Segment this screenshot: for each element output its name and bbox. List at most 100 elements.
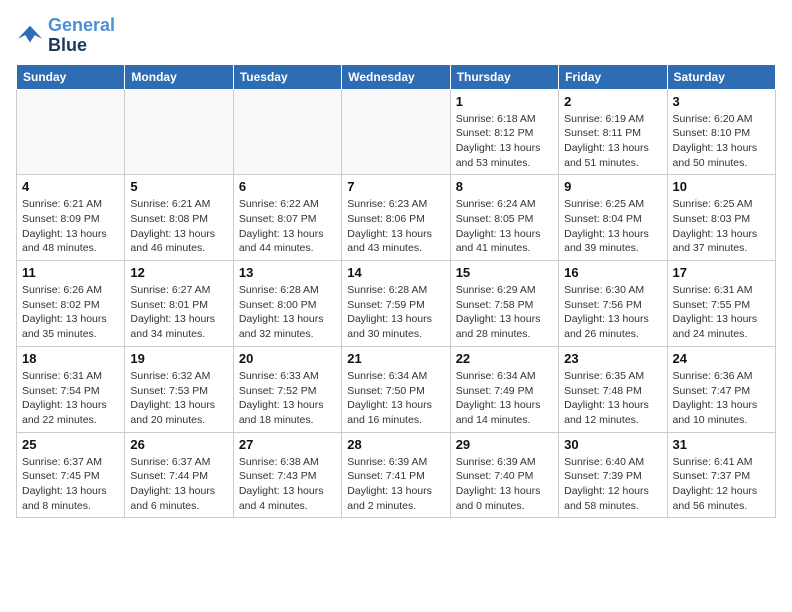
calendar-day: 13 Sunrise: 6:28 AMSunset: 8:00 PMDayligh… — [233, 261, 341, 347]
day-info: Sunrise: 6:27 AMSunset: 8:01 PMDaylight:… — [130, 283, 227, 342]
calendar-day: 4 Sunrise: 6:21 AMSunset: 8:09 PMDaylight… — [17, 175, 125, 261]
day-info: Sunrise: 6:24 AMSunset: 8:05 PMDaylight:… — [456, 197, 553, 256]
weekday-header: Saturday — [667, 64, 775, 89]
day-number: 28 — [347, 437, 444, 452]
day-number: 18 — [22, 351, 119, 366]
day-info: Sunrise: 6:40 AMSunset: 7:39 PMDaylight:… — [564, 455, 661, 514]
day-info: Sunrise: 6:23 AMSunset: 8:06 PMDaylight:… — [347, 197, 444, 256]
calendar-day: 19Sunrise: 6:32 AMSunset: 7:53 PMDayligh… — [125, 346, 233, 432]
day-number: 19 — [130, 351, 227, 366]
day-number: 17 — [673, 265, 770, 280]
day-number: 5 — [130, 179, 227, 194]
day-info: Sunrise: 6:18 AMSunset: 8:12 PMDaylight:… — [456, 112, 553, 171]
calendar-day: 6 Sunrise: 6:22 AMSunset: 8:07 PMDaylight… — [233, 175, 341, 261]
calendar-day: 20 Sunrise: 6:33 AMSunset: 7:52 PMDayligh… — [233, 346, 341, 432]
logo-icon — [16, 22, 44, 50]
calendar-day: 9 Sunrise: 6:25 AMSunset: 8:04 PMDaylight… — [559, 175, 667, 261]
day-info: Sunrise: 6:39 AMSunset: 7:40 PMDaylight:… — [456, 455, 553, 514]
day-number: 6 — [239, 179, 336, 194]
day-info: Sunrise: 6:29 AMSunset: 7:58 PMDaylight:… — [456, 283, 553, 342]
day-info: Sunrise: 6:26 AMSunset: 8:02 PMDaylight:… — [22, 283, 119, 342]
calendar: SundayMondayTuesdayWednesdayThursdayFrid… — [16, 64, 776, 519]
day-number: 9 — [564, 179, 661, 194]
day-number: 11 — [22, 265, 119, 280]
day-number: 7 — [347, 179, 444, 194]
day-info: Sunrise: 6:22 AMSunset: 8:07 PMDaylight:… — [239, 197, 336, 256]
calendar-day: 26 Sunrise: 6:37 AMSunset: 7:44 PMDayligh… — [125, 432, 233, 518]
calendar-day: 14 Sunrise: 6:28 AMSunset: 7:59 PMDayligh… — [342, 261, 450, 347]
day-number: 2 — [564, 94, 661, 109]
day-number: 25 — [22, 437, 119, 452]
calendar-day: 11 Sunrise: 6:26 AMSunset: 8:02 PMDayligh… — [17, 261, 125, 347]
day-info: Sunrise: 6:20 AMSunset: 8:10 PMDaylight:… — [673, 112, 770, 171]
day-info: Sunrise: 6:19 AMSunset: 8:11 PMDaylight:… — [564, 112, 661, 171]
day-info: Sunrise: 6:25 AMSunset: 8:04 PMDaylight:… — [564, 197, 661, 256]
day-number: 8 — [456, 179, 553, 194]
day-info: Sunrise: 6:34 AMSunset: 7:49 PMDaylight:… — [456, 369, 553, 428]
day-number: 26 — [130, 437, 227, 452]
weekday-header: Thursday — [450, 64, 558, 89]
day-info: Sunrise: 6:25 AMSunset: 8:03 PMDaylight:… — [673, 197, 770, 256]
day-number: 10 — [673, 179, 770, 194]
day-number: 23 — [564, 351, 661, 366]
calendar-day: 24 Sunrise: 6:36 AMSunset: 7:47 PMDayligh… — [667, 346, 775, 432]
calendar-day: 8 Sunrise: 6:24 AMSunset: 8:05 PMDaylight… — [450, 175, 558, 261]
calendar-day: 22 Sunrise: 6:34 AMSunset: 7:49 PMDayligh… — [450, 346, 558, 432]
calendar-day: 21 Sunrise: 6:34 AMSunset: 7:50 PMDayligh… — [342, 346, 450, 432]
calendar-day: 7 Sunrise: 6:23 AMSunset: 8:06 PMDaylight… — [342, 175, 450, 261]
day-info: Sunrise: 6:36 AMSunset: 7:47 PMDaylight:… — [673, 369, 770, 428]
day-number: 14 — [347, 265, 444, 280]
day-number: 3 — [673, 94, 770, 109]
day-info: Sunrise: 6:28 AMSunset: 7:59 PMDaylight:… — [347, 283, 444, 342]
day-info: Sunrise: 6:38 AMSunset: 7:43 PMDaylight:… — [239, 455, 336, 514]
calendar-day: 1 Sunrise: 6:18 AMSunset: 8:12 PMDaylight… — [450, 89, 558, 175]
calendar-day: 27Sunrise: 6:38 AMSunset: 7:43 PMDayligh… — [233, 432, 341, 518]
calendar-day: 29 Sunrise: 6:39 AMSunset: 7:40 PMDayligh… — [450, 432, 558, 518]
day-number: 21 — [347, 351, 444, 366]
day-info: Sunrise: 6:37 AMSunset: 7:45 PMDaylight:… — [22, 455, 119, 514]
calendar-day: 31 Sunrise: 6:41 AMSunset: 7:37 PMDayligh… — [667, 432, 775, 518]
day-number: 13 — [239, 265, 336, 280]
empty-day — [233, 89, 341, 175]
weekday-header: Monday — [125, 64, 233, 89]
empty-day — [342, 89, 450, 175]
empty-day — [17, 89, 125, 175]
day-info: Sunrise: 6:31 AMSunset: 7:55 PMDaylight:… — [673, 283, 770, 342]
day-info: Sunrise: 6:37 AMSunset: 7:44 PMDaylight:… — [130, 455, 227, 514]
day-info: Sunrise: 6:39 AMSunset: 7:41 PMDaylight:… — [347, 455, 444, 514]
day-info: Sunrise: 6:31 AMSunset: 7:54 PMDaylight:… — [22, 369, 119, 428]
day-info: Sunrise: 6:41 AMSunset: 7:37 PMDaylight:… — [673, 455, 770, 514]
logo: GeneralBlue — [16, 16, 115, 56]
day-number: 20 — [239, 351, 336, 366]
calendar-day: 25 Sunrise: 6:37 AMSunset: 7:45 PMDayligh… — [17, 432, 125, 518]
day-number: 4 — [22, 179, 119, 194]
weekday-header: Sunday — [17, 64, 125, 89]
calendar-day: 16 Sunrise: 6:30 AMSunset: 7:56 PMDayligh… — [559, 261, 667, 347]
weekday-header: Tuesday — [233, 64, 341, 89]
day-info: Sunrise: 6:35 AMSunset: 7:48 PMDaylight:… — [564, 369, 661, 428]
calendar-day: 17 Sunrise: 6:31 AMSunset: 7:55 PMDayligh… — [667, 261, 775, 347]
day-info: Sunrise: 6:30 AMSunset: 7:56 PMDaylight:… — [564, 283, 661, 342]
day-number: 24 — [673, 351, 770, 366]
calendar-day: 15 Sunrise: 6:29 AMSunset: 7:58 PMDayligh… — [450, 261, 558, 347]
calendar-day: 12Sunrise: 6:27 AMSunset: 8:01 PMDayligh… — [125, 261, 233, 347]
day-number: 1 — [456, 94, 553, 109]
day-info: Sunrise: 6:33 AMSunset: 7:52 PMDaylight:… — [239, 369, 336, 428]
logo-text: GeneralBlue — [48, 16, 115, 56]
day-info: Sunrise: 6:21 AMSunset: 8:08 PMDaylight:… — [130, 197, 227, 256]
day-number: 16 — [564, 265, 661, 280]
day-info: Sunrise: 6:21 AMSunset: 8:09 PMDaylight:… — [22, 197, 119, 256]
calendar-day: 23 Sunrise: 6:35 AMSunset: 7:48 PMDayligh… — [559, 346, 667, 432]
day-info: Sunrise: 6:34 AMSunset: 7:50 PMDaylight:… — [347, 369, 444, 428]
day-number: 22 — [456, 351, 553, 366]
day-number: 29 — [456, 437, 553, 452]
day-info: Sunrise: 6:28 AMSunset: 8:00 PMDaylight:… — [239, 283, 336, 342]
calendar-day: 28 Sunrise: 6:39 AMSunset: 7:41 PMDayligh… — [342, 432, 450, 518]
calendar-day: 2 Sunrise: 6:19 AMSunset: 8:11 PMDaylight… — [559, 89, 667, 175]
day-number: 30 — [564, 437, 661, 452]
day-number: 15 — [456, 265, 553, 280]
empty-day — [125, 89, 233, 175]
calendar-day: 30 Sunrise: 6:40 AMSunset: 7:39 PMDayligh… — [559, 432, 667, 518]
calendar-day: 5 Sunrise: 6:21 AMSunset: 8:08 PMDaylight… — [125, 175, 233, 261]
day-number: 31 — [673, 437, 770, 452]
